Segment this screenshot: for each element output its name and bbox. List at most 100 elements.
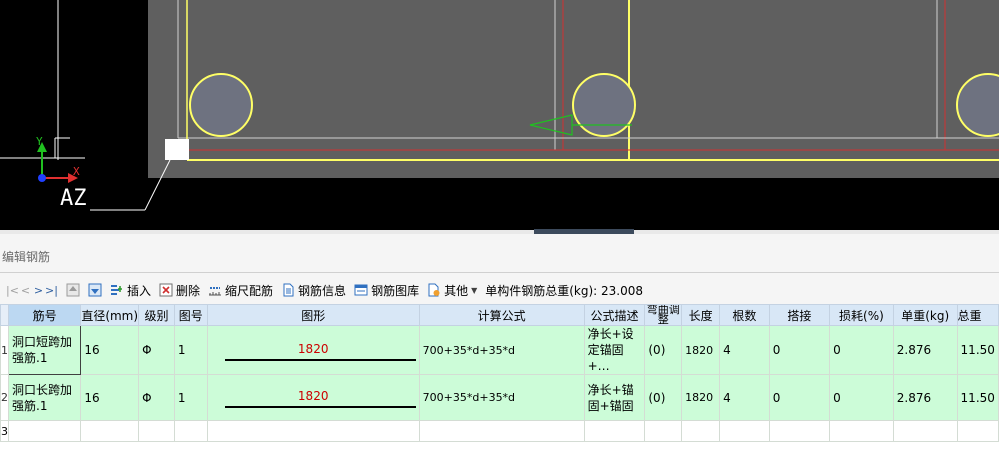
- move-down-icon: [88, 283, 102, 297]
- delete-button[interactable]: 删除: [159, 282, 200, 299]
- col-header-formula-desc[interactable]: 公式描述: [583, 304, 646, 326]
- prev-record-button[interactable]: <: [19, 284, 32, 297]
- total-weight-cell[interactable]: 11.50: [956, 325, 999, 375]
- shape-bar-line: [224, 406, 416, 408]
- rebar-edit-panel: 编辑钢筋 |< < > >| 插入 删除 缩尺配筋 钢筋信息 钢筋图库 其他 ▼…: [0, 234, 999, 454]
- grid-header-row: 筋号 直径(mm) 级别 图号 图形 计算公式 公式描述 弯曲调整 长度 根数 …: [0, 304, 999, 326]
- delete-label: 删除: [176, 283, 201, 298]
- bar-name-cell[interactable]: 洞口长跨加强筋.1: [7, 374, 82, 421]
- length-cell[interactable]: 1820: [681, 374, 721, 421]
- empty-cell[interactable]: [80, 420, 140, 442]
- empty-cell[interactable]: [644, 420, 683, 442]
- empty-cell[interactable]: [681, 420, 721, 442]
- grade-cell[interactable]: Φ: [138, 325, 175, 375]
- col-header-length[interactable]: 长度: [681, 304, 721, 326]
- diameter-cell[interactable]: 16: [80, 374, 140, 421]
- loss-cell[interactable]: 0: [829, 325, 894, 375]
- last-record-button[interactable]: >|: [45, 284, 58, 297]
- col-header-count[interactable]: 根数: [719, 304, 770, 326]
- bend-adjust-cell[interactable]: (0): [644, 325, 683, 375]
- cad-entity-label: AZ: [60, 186, 87, 211]
- total-weight-text: 单构件钢筋总重(kg): 23.008: [485, 283, 644, 298]
- empty-cell[interactable]: [829, 420, 894, 442]
- rebar-library-button[interactable]: 钢筋图库: [354, 282, 419, 299]
- formula-desc-cell[interactable]: 净长+锚固+锚固: [583, 374, 646, 421]
- lap-cell[interactable]: 0: [768, 325, 831, 375]
- col-header-bar-number[interactable]: 筋号: [7, 304, 82, 326]
- delete-icon: [159, 283, 173, 297]
- col-header-bend-adjust[interactable]: 弯曲调整: [644, 304, 683, 326]
- cad-viewport[interactable]: Y X AZ: [0, 0, 999, 230]
- empty-cell[interactable]: [892, 420, 958, 442]
- rebar-grid[interactable]: 筋号 直径(mm) 级别 图号 图形 计算公式 公式描述 弯曲调整 长度 根数 …: [0, 304, 999, 454]
- scale-rebar-button[interactable]: 缩尺配筋: [208, 282, 273, 299]
- insert-button[interactable]: 插入: [110, 282, 151, 299]
- shape-cell[interactable]: 1820: [206, 374, 420, 421]
- empty-cell[interactable]: [173, 420, 208, 442]
- col-header-shape[interactable]: 图形: [206, 304, 420, 326]
- count-cell[interactable]: 4: [719, 325, 770, 375]
- rebar-library-label: 钢筋图库: [371, 283, 420, 298]
- slab-region: [148, 0, 999, 178]
- row-number: 1: [0, 325, 9, 375]
- diameter-cell[interactable]: 16: [80, 325, 140, 375]
- panel-title: 编辑钢筋: [2, 250, 51, 264]
- empty-cell[interactable]: [719, 420, 770, 442]
- figure-number-cell[interactable]: 1: [173, 374, 208, 421]
- next-record-button[interactable]: >: [32, 284, 45, 297]
- col-header-loss[interactable]: 损耗(%): [829, 304, 894, 326]
- col-header-lap[interactable]: 搭接: [768, 304, 831, 326]
- empty-cell[interactable]: [583, 420, 646, 442]
- move-up-button[interactable]: [66, 283, 80, 297]
- other-dropdown-button[interactable]: 其他 ▼: [427, 282, 477, 299]
- col-header-figure-number[interactable]: 图号: [173, 304, 208, 326]
- table-row[interactable]: 2 洞口长跨加强筋.1 16 Φ 1 1820 700+35*d+35*d 净长…: [0, 374, 999, 421]
- axis-y-label: Y: [36, 135, 43, 148]
- unit-weight-cell[interactable]: 2.876: [892, 325, 958, 375]
- document-icon: [283, 283, 294, 297]
- loss-cell[interactable]: 0: [829, 374, 894, 421]
- move-down-button[interactable]: [88, 283, 102, 297]
- empty-cell[interactable]: [956, 420, 999, 442]
- other-label: 其他: [444, 283, 469, 298]
- scale-rebar-label: 缩尺配筋: [225, 283, 274, 298]
- col-header-grade[interactable]: 级别: [138, 304, 175, 326]
- empty-cell[interactable]: [418, 420, 585, 442]
- settings-document-icon: [428, 283, 440, 297]
- unit-weight-cell[interactable]: 2.876: [892, 374, 958, 421]
- col-header-diameter[interactable]: 直径(mm): [80, 304, 140, 326]
- empty-cell[interactable]: [138, 420, 175, 442]
- grade-cell[interactable]: Φ: [138, 374, 175, 421]
- col-header-formula[interactable]: 计算公式: [418, 304, 585, 326]
- rebar-info-button[interactable]: 钢筋信息: [281, 282, 346, 299]
- col-header-unit-weight[interactable]: 单重(kg): [892, 304, 958, 326]
- lap-cell[interactable]: 0: [768, 374, 831, 421]
- formula-cell[interactable]: 700+35*d+35*d: [418, 325, 585, 375]
- formula-cell[interactable]: 700+35*d+35*d: [418, 374, 585, 421]
- col-header-total-weight[interactable]: 总重: [956, 304, 999, 326]
- total-weight-cell[interactable]: 11.50: [956, 374, 999, 421]
- bar-name-cell[interactable]: 洞口短跨加强筋.1: [7, 325, 82, 375]
- table-row[interactable]: 1 洞口短跨加强筋.1 16 Φ 1 1820 700+35*d+35*d 净长…: [0, 325, 999, 375]
- row-number: 3: [0, 420, 9, 442]
- empty-cell[interactable]: [768, 420, 831, 442]
- table-row-empty[interactable]: 3: [0, 420, 999, 442]
- axis-x-label: X: [73, 165, 80, 178]
- move-up-icon: [66, 283, 80, 297]
- length-cell[interactable]: 1820: [681, 325, 721, 375]
- insert-icon: [111, 285, 122, 295]
- row-number: 2: [0, 374, 9, 421]
- formula-desc-cell[interactable]: 净长+设定锚固+…: [583, 325, 646, 375]
- bend-adjust-cell[interactable]: (0): [644, 374, 683, 421]
- shape-cell[interactable]: 1820: [206, 325, 420, 375]
- rebar-info-label: 钢筋信息: [298, 283, 347, 298]
- empty-cell[interactable]: [7, 420, 82, 442]
- figure-number-cell[interactable]: 1: [173, 325, 208, 375]
- row-header-corner: [0, 304, 9, 326]
- insert-label: 插入: [127, 283, 152, 298]
- empty-cell[interactable]: [206, 420, 420, 442]
- shape-dimension: 1820: [297, 341, 329, 356]
- count-cell[interactable]: 4: [719, 374, 770, 421]
- cad-drawing: [0, 0, 999, 211]
- first-record-button[interactable]: |<: [6, 284, 19, 297]
